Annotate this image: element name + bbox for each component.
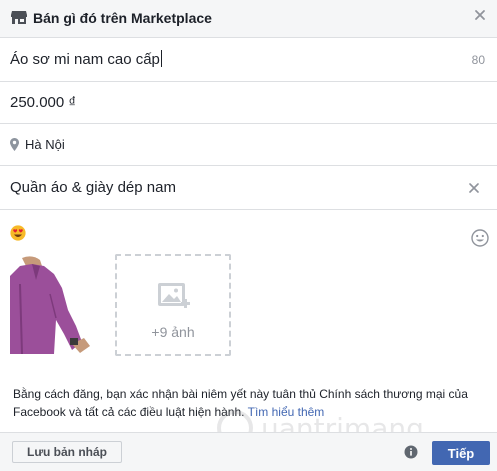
price-field[interactable]: 250.000 ₫ xyxy=(0,82,497,124)
shirt-photo-image xyxy=(10,254,99,354)
marketplace-dialog: Bán gì đó trên Marketplace Áo sơ mi nam … xyxy=(0,0,497,471)
emoji-picker-icon[interactable] xyxy=(471,229,489,247)
add-image-icon xyxy=(158,283,190,308)
title-value: Áo sơ mi nam cao cấp xyxy=(10,51,160,68)
close-icon[interactable] xyxy=(473,8,487,22)
product-photo[interactable] xyxy=(10,254,99,354)
category-field[interactable]: Quần áo & giày dép nam xyxy=(0,166,497,210)
info-icon[interactable] xyxy=(404,445,418,459)
title-field[interactable]: Áo sơ mi nam cao cấp 80 xyxy=(0,38,497,82)
dialog-header: Bán gì đó trên Marketplace xyxy=(0,0,497,38)
next-button[interactable]: Tiếp xyxy=(432,441,490,465)
policy-notice-text: Bằng cách đăng, bạn xác nhận bài niêm yế… xyxy=(13,387,468,419)
add-photo-button[interactable]: +9 ảnh xyxy=(115,254,231,356)
location-field[interactable]: Hà Nội xyxy=(0,124,497,166)
add-more-photos-label: +9 ảnh xyxy=(151,324,195,340)
save-draft-button[interactable]: Lưu bản nháp xyxy=(12,441,122,463)
title-input[interactable]: Áo sơ mi nam cao cấp xyxy=(10,50,162,68)
category-value[interactable]: Quần áo & giày dép nam xyxy=(10,179,176,196)
dialog-title: Bán gì đó trên Marketplace xyxy=(33,10,212,26)
heart-eyes-emoji-icon[interactable] xyxy=(10,225,26,241)
price-input[interactable]: 250.000 ₫ xyxy=(10,94,76,111)
store-icon xyxy=(11,11,27,24)
learn-more-link[interactable]: Tìm hiểu thêm xyxy=(248,405,325,419)
dialog-footer: Lưu bản nháp Tiếp xyxy=(0,432,497,471)
location-pin-icon xyxy=(10,138,19,151)
char-counter: 80 xyxy=(471,53,485,67)
policy-notice: Bằng cách đăng, bạn xác nhận bài niêm yế… xyxy=(13,385,489,421)
text-caret xyxy=(160,50,162,67)
clear-category-icon[interactable] xyxy=(469,183,479,193)
location-input[interactable]: Hà Nội xyxy=(25,137,65,152)
